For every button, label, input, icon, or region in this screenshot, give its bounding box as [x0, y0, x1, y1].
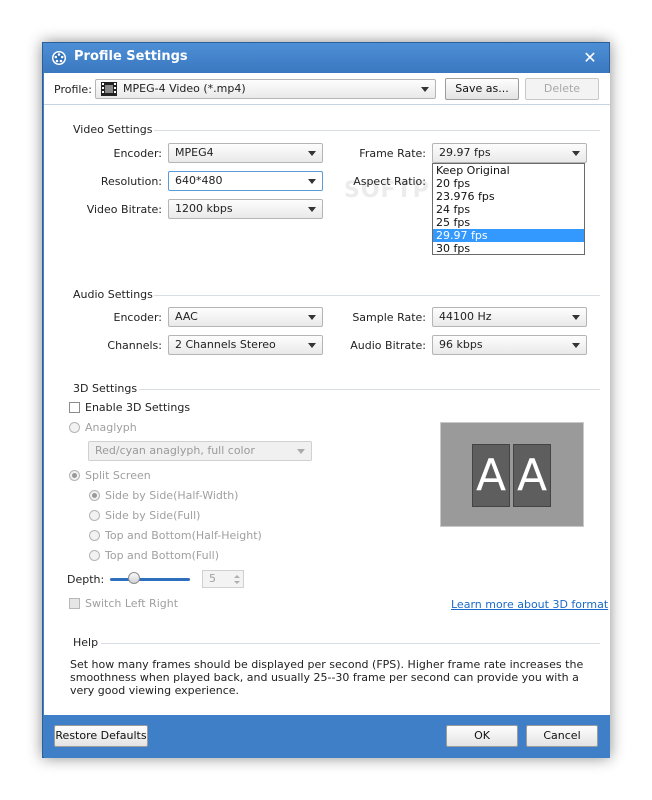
frame-rate-value: 29.97 fps [439, 146, 491, 159]
depth-label: Depth: [67, 573, 105, 586]
channels-label: Channels: [107, 339, 162, 352]
sbs-half-label: Side by Side(Half-Width) [105, 489, 239, 502]
audio-encoder-select[interactable]: AAC [168, 307, 323, 327]
sbs-full-radio[interactable] [89, 510, 100, 521]
resolution-label: Resolution: [100, 175, 162, 188]
sample-rate-label: Sample Rate: [352, 311, 426, 324]
help-text: Set how many frames should be displayed … [70, 658, 584, 697]
resolution-select[interactable]: 640*480 [168, 171, 323, 191]
switch-left-right-checkbox[interactable] [69, 598, 80, 609]
preview-left-letter: A [472, 444, 510, 507]
learn-more-3d-link[interactable]: Learn more about 3D format [451, 598, 608, 611]
channels-select[interactable]: 2 Channels Stereo [168, 335, 323, 355]
close-icon[interactable]: ✕ [581, 49, 599, 67]
chevron-down-icon [572, 315, 580, 320]
sbs-full-label: Side by Side(Full) [105, 509, 201, 522]
frame-rate-option[interactable]: Keep Original [433, 164, 584, 177]
audio-encoder-label: Encoder: [113, 311, 163, 324]
delete-button[interactable]: Delete [525, 78, 599, 100]
title-bar[interactable]: Profile Settings ✕ [43, 43, 609, 73]
chevron-down-icon [297, 449, 305, 454]
audio-bitrate-select[interactable]: 96 kbps [432, 335, 587, 355]
section-divider [101, 643, 600, 644]
audio-bitrate-label: Audio Bitrate: [350, 339, 426, 352]
depth-stepper[interactable]: 5 [202, 570, 244, 588]
help-title: Help [73, 636, 99, 649]
audio-encoder-value: AAC [175, 310, 198, 323]
aspect-ratio-label: Aspect Ratio: [353, 175, 426, 188]
3d-preview: A A [440, 422, 584, 527]
video-encoder-select[interactable]: MPEG4 [168, 143, 323, 163]
frame-rate-option[interactable]: 25 fps [433, 216, 584, 229]
profile-label: Profile: [54, 83, 92, 96]
chevron-down-icon [308, 179, 316, 184]
chevron-down-icon [421, 87, 429, 92]
save-as-button[interactable]: Save as... [445, 78, 519, 100]
chevron-down-icon [572, 151, 580, 156]
chevron-down-icon [308, 151, 316, 156]
frame-rate-option[interactable]: 23.976 fps [433, 190, 584, 203]
frame-rate-select[interactable]: 29.97 fps [432, 143, 587, 163]
section-divider [139, 389, 600, 390]
app-icon [52, 51, 66, 65]
chevron-down-icon [308, 343, 316, 348]
split-screen-label: Split Screen [85, 469, 151, 482]
chevron-down-icon [308, 315, 316, 320]
chevron-down-icon [572, 343, 580, 348]
cancel-button[interactable]: Cancel [526, 725, 598, 747]
resolution-value: 640*480 [175, 174, 223, 187]
channels-value: 2 Channels Stereo [175, 338, 276, 351]
audio-bitrate-value: 96 kbps [439, 338, 483, 351]
profile-settings-dialog: Profile Settings ✕ Profile: MPEG-4 Video… [42, 42, 610, 758]
dialog-footer: Restore Defaults OK Cancel [44, 715, 610, 758]
split-screen-radio[interactable] [69, 470, 80, 481]
sbs-half-radio[interactable] [89, 490, 100, 501]
tb-half-radio[interactable] [89, 530, 100, 541]
video-settings-title: Video Settings [73, 123, 153, 136]
tb-half-label: Top and Bottom(Half-Height) [105, 529, 262, 542]
sample-rate-select[interactable]: 44100 Hz [432, 307, 587, 327]
enable-3d-label: Enable 3D Settings [85, 401, 191, 414]
frame-rate-option[interactable]: 30 fps [433, 242, 584, 255]
section-divider [154, 130, 600, 131]
chevron-down-icon[interactable] [234, 581, 240, 584]
frame-rate-option-selected[interactable]: 29.97 fps [433, 229, 584, 242]
video-encoder-label: Encoder: [113, 147, 163, 160]
chevron-up-icon[interactable] [234, 575, 240, 578]
tb-full-radio[interactable] [89, 550, 100, 561]
film-icon [101, 82, 117, 96]
ok-button[interactable]: OK [446, 725, 518, 747]
section-divider [154, 295, 600, 296]
chevron-down-icon [308, 207, 316, 212]
profile-value: MPEG-4 Video (*.mp4) [123, 82, 246, 95]
enable-3d-checkbox[interactable] [69, 402, 80, 413]
sample-rate-value: 44100 Hz [439, 310, 492, 323]
profile-select[interactable]: MPEG-4 Video (*.mp4) [95, 79, 436, 99]
anaglyph-radio[interactable] [69, 422, 80, 433]
video-bitrate-value: 1200 kbps [175, 202, 233, 215]
dialog-title: Profile Settings [74, 49, 188, 64]
frame-rate-dropdown-list[interactable]: Keep Original 20 fps 23.976 fps 24 fps 2… [432, 163, 585, 255]
tb-full-label: Top and Bottom(Full) [105, 549, 219, 562]
anaglyph-label: Anaglyph [85, 421, 137, 434]
profile-bar: Profile: MPEG-4 Video (*.mp4) Save as...… [44, 73, 610, 105]
video-bitrate-label: Video Bitrate: [86, 203, 162, 216]
3d-settings-title: 3D Settings [73, 382, 138, 395]
depth-value: 5 [209, 572, 216, 585]
switch-left-right-label: Switch Left Right [85, 597, 179, 610]
frame-rate-option[interactable]: 24 fps [433, 203, 584, 216]
video-bitrate-select[interactable]: 1200 kbps [168, 199, 323, 219]
depth-slider-handle[interactable] [128, 572, 140, 584]
anaglyph-value: Red/cyan anaglyph, full color [95, 444, 255, 457]
restore-defaults-button[interactable]: Restore Defaults [54, 725, 148, 747]
frame-rate-label: Frame Rate: [359, 147, 426, 160]
audio-settings-title: Audio Settings [73, 288, 153, 301]
video-encoder-value: MPEG4 [175, 146, 214, 159]
frame-rate-option[interactable]: 20 fps [433, 177, 584, 190]
anaglyph-select[interactable]: Red/cyan anaglyph, full color [88, 441, 312, 461]
depth-slider-track[interactable] [110, 578, 190, 581]
preview-right-letter: A [513, 444, 551, 507]
